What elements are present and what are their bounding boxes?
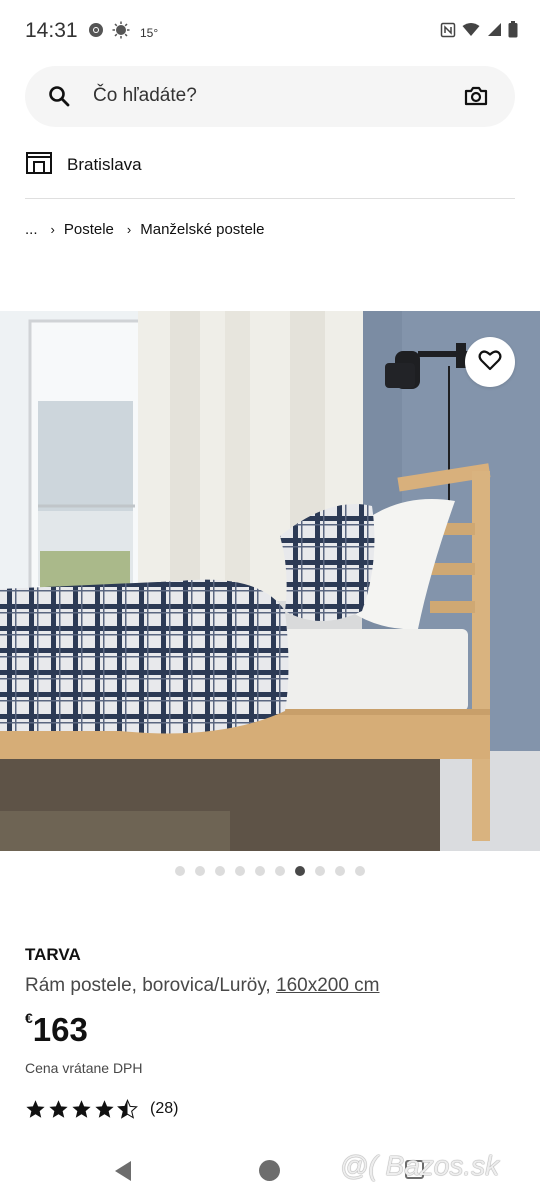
star-icon <box>95 1100 114 1118</box>
heart-icon <box>478 349 502 376</box>
product-size-link[interactable]: 160x200 cm <box>276 975 380 996</box>
status-temperature: 15° <box>140 25 159 40</box>
wifi-icon <box>462 22 480 42</box>
favorite-button[interactable] <box>465 337 515 387</box>
chevron-right-icon: › <box>50 221 55 237</box>
divider <box>25 198 515 199</box>
carousel-dot[interactable] <box>295 866 305 876</box>
status-bar: 14:31 15° <box>0 0 540 62</box>
weather-icon <box>112 21 130 44</box>
carousel-dot[interactable] <box>255 866 265 876</box>
carousel-dot[interactable] <box>335 866 345 876</box>
carousel-dot[interactable] <box>215 866 225 876</box>
breadcrumb: ... › Postele › Manželské postele <box>25 218 264 240</box>
product-image[interactable] <box>0 311 540 851</box>
price-value: 163 <box>32 1011 88 1048</box>
camera-icon[interactable] <box>463 83 489 114</box>
star-icon <box>49 1100 68 1118</box>
search-placeholder: Čo hľadáte? <box>93 85 197 106</box>
store-name: Bratislava <box>67 155 142 174</box>
product-brand: TARVA <box>25 945 81 964</box>
carousel-dots <box>175 866 365 876</box>
store-selector[interactable]: Bratislava <box>25 150 142 180</box>
carousel-dot[interactable] <box>195 866 205 876</box>
price-note: Cena vrátane DPH <box>25 1060 143 1076</box>
chrome-icon <box>88 22 104 43</box>
review-count: (28) <box>150 1100 179 1117</box>
status-right-icons <box>440 21 518 43</box>
carousel-dot[interactable] <box>355 866 365 876</box>
store-icon <box>25 151 53 180</box>
product-description: Rám postele, borovica/Luröy, 160x200 cm <box>25 975 380 997</box>
star-icon <box>26 1100 45 1118</box>
battery-icon <box>508 21 518 43</box>
watermark-logo: @( Bazos.sk <box>340 1150 500 1181</box>
breadcrumb-item-postele[interactable]: Postele <box>64 221 114 238</box>
carousel-dot[interactable] <box>175 866 185 876</box>
status-left-icons: 15° <box>88 21 158 44</box>
search-icon <box>47 84 71 113</box>
breadcrumb-item-manzelske-postele[interactable]: Manželské postele <box>140 221 264 238</box>
product-rating[interactable]: (28) <box>25 1099 178 1119</box>
signal-icon <box>486 22 502 42</box>
nfc-icon <box>440 22 456 43</box>
star-icon <box>117 1099 138 1119</box>
carousel-dot[interactable] <box>235 866 245 876</box>
product-description-text: Rám postele, borovica/Luröy, <box>25 975 271 996</box>
carousel-dot[interactable] <box>275 866 285 876</box>
rating-stars <box>25 1099 138 1119</box>
product-price: €163 <box>25 1010 88 1049</box>
bedroom-photo <box>0 311 540 851</box>
home-icon[interactable] <box>259 1160 280 1181</box>
star-icon <box>72 1100 91 1118</box>
back-icon[interactable] <box>113 1160 133 1187</box>
carousel-dot[interactable] <box>315 866 325 876</box>
breadcrumb-ellipsis[interactable]: ... <box>25 221 38 238</box>
search-input[interactable]: Čo hľadáte? <box>25 66 515 127</box>
price-currency: € <box>25 1010 33 1026</box>
status-time: 14:31 <box>25 19 78 42</box>
chevron-right-icon: › <box>126 221 132 237</box>
